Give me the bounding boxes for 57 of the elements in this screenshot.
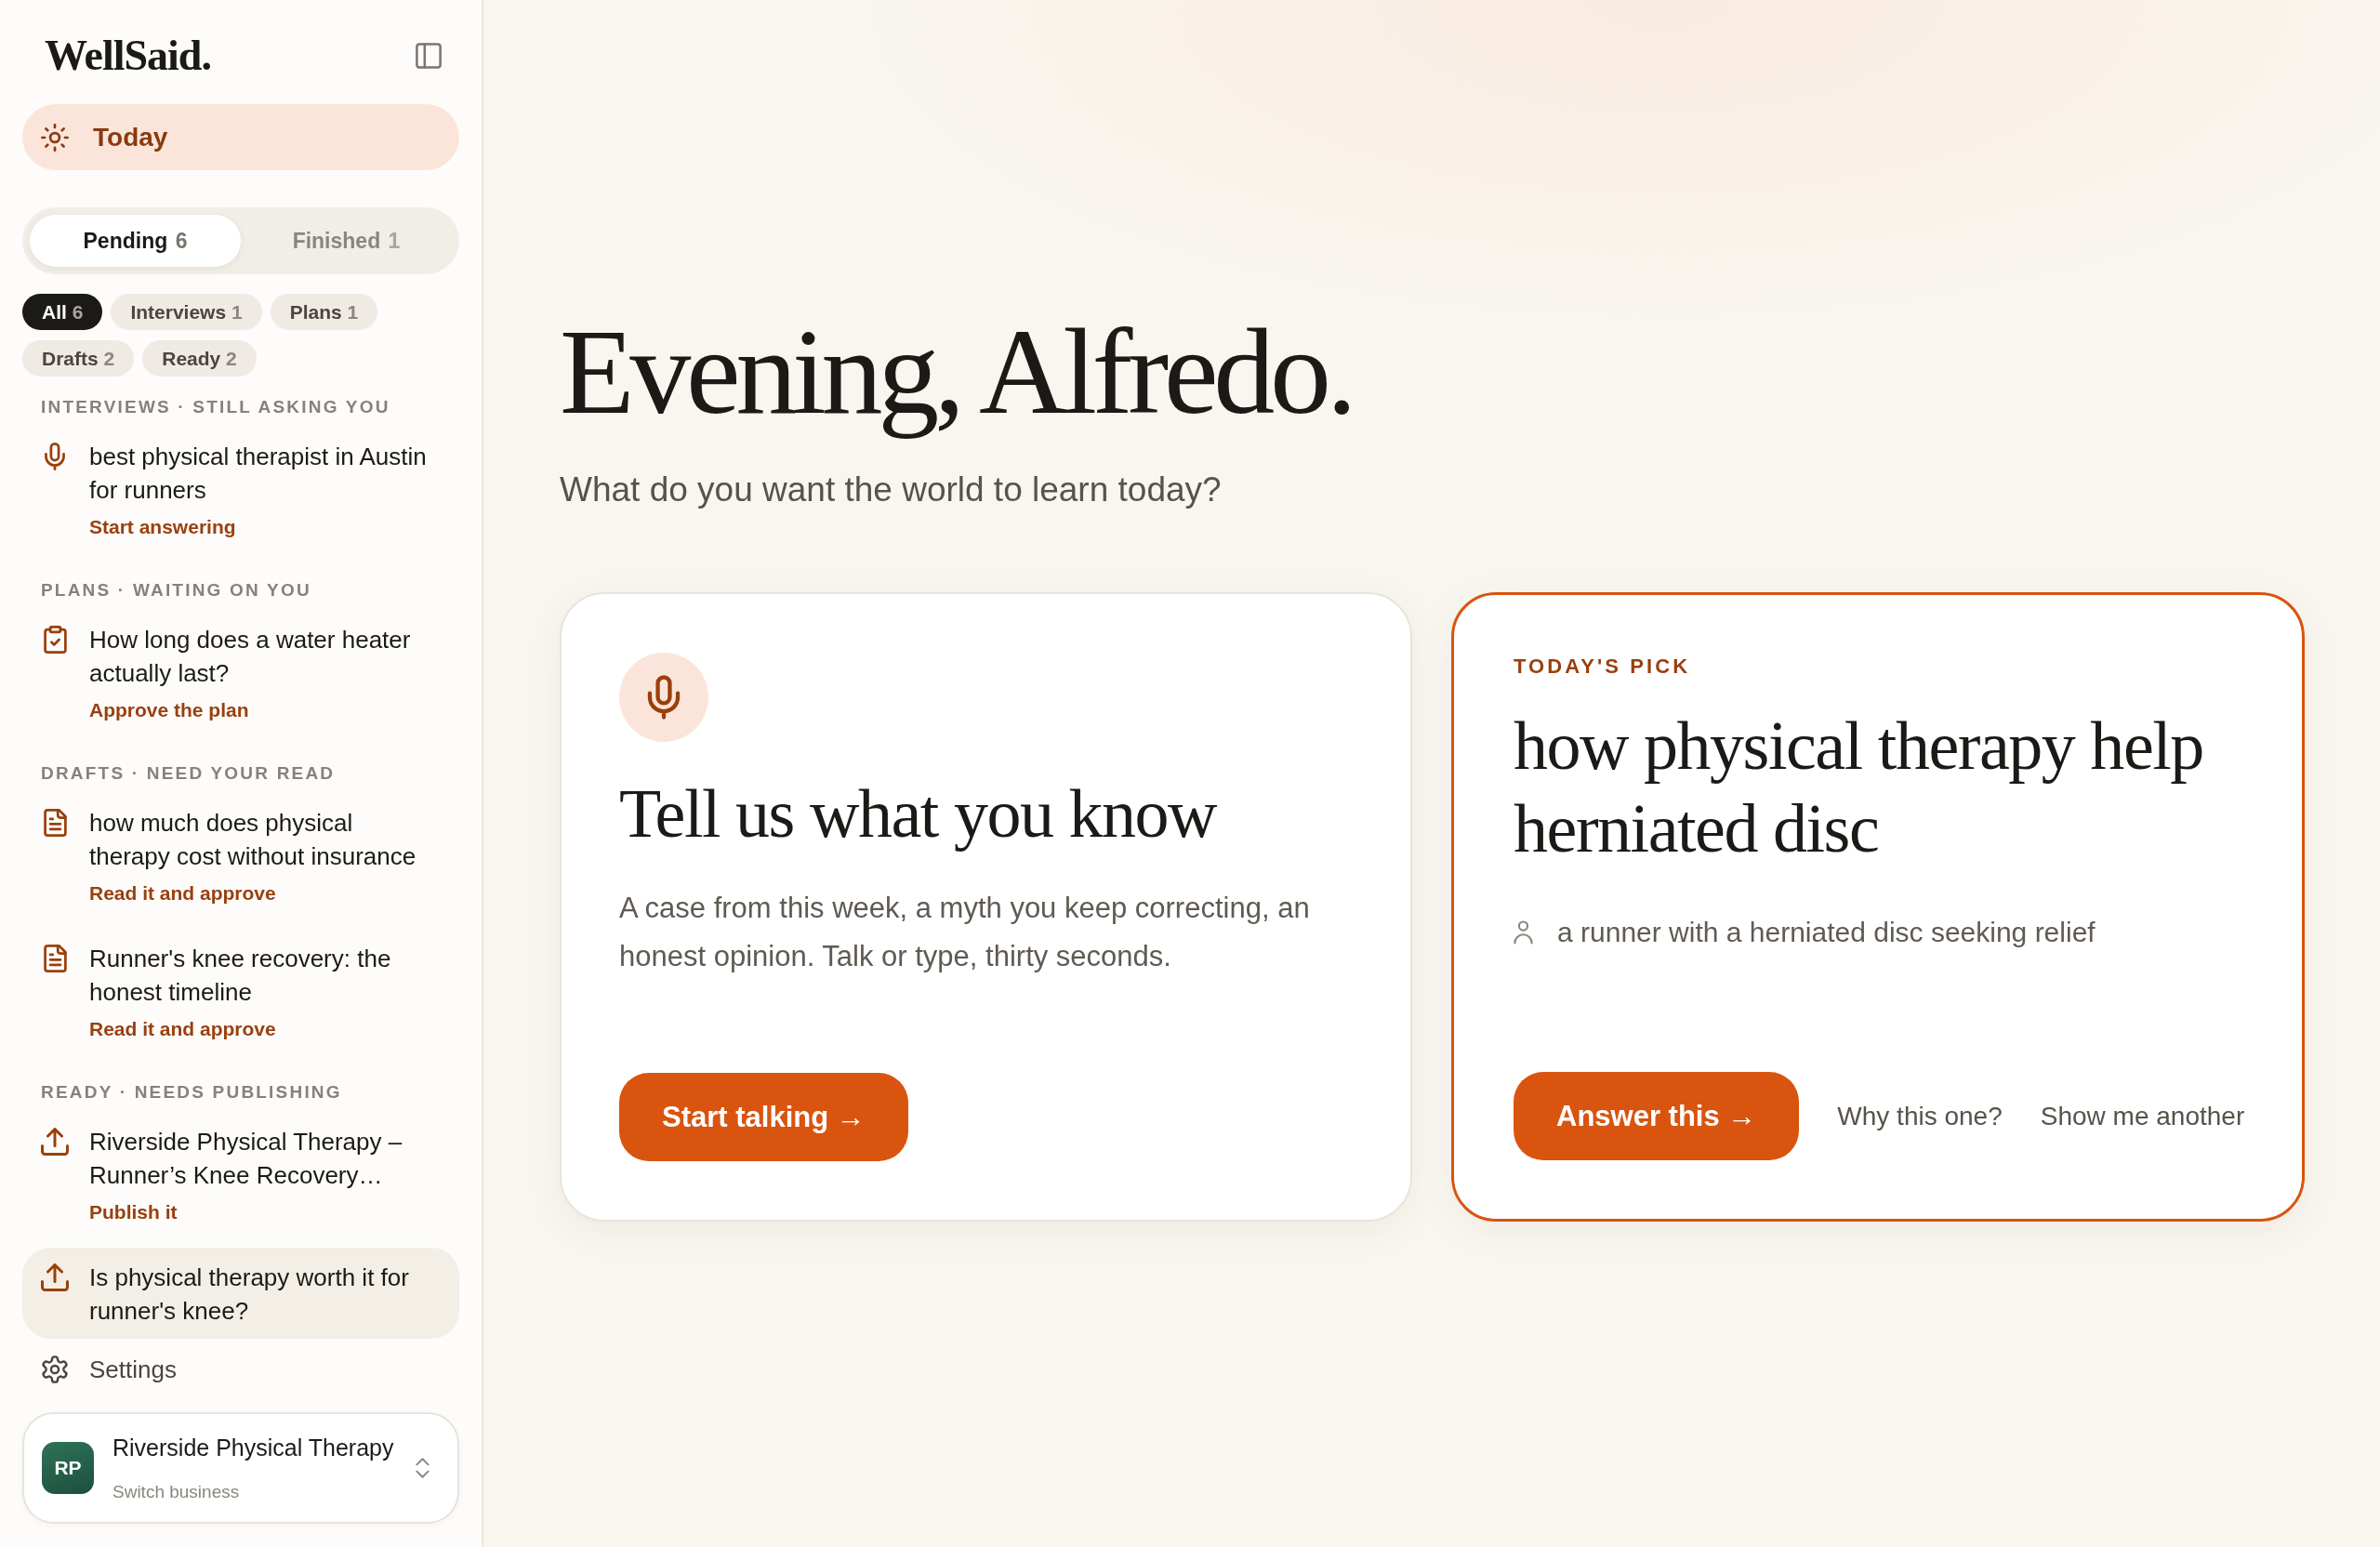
topic-title: how physical therapy help herniated disc bbox=[1514, 707, 2204, 869]
section-heading: READY · NEEDS PUBLISHING bbox=[40, 1081, 343, 1104]
sidebar-toggle-icon[interactable] bbox=[416, 43, 442, 69]
section-heading: PLANS · WAITING ON YOU bbox=[40, 579, 312, 602]
microphone-icon bbox=[45, 443, 65, 470]
action-link[interactable]: Publish it bbox=[89, 1199, 178, 1225]
document-icon bbox=[43, 809, 67, 837]
business-name: Riverside Physical Therapy bbox=[112, 1433, 394, 1462]
filter-chip[interactable]: Plans 1 bbox=[270, 294, 378, 330]
item-title: How long does a water heater actually last? bbox=[89, 625, 412, 689]
upload-icon bbox=[41, 1263, 69, 1291]
status-tab[interactable]: Pending 6 bbox=[30, 215, 241, 267]
section-heading: INTERVIEWS · STILL ASKING YOU bbox=[40, 396, 391, 418]
answer-button[interactable]: Answer this → bbox=[1514, 1072, 1800, 1161]
business-subtitle: Switch business bbox=[112, 1480, 240, 1503]
card-title: Tell us what you know bbox=[619, 774, 1216, 854]
filter-chip[interactable]: Ready 2 bbox=[142, 340, 257, 377]
chevron-up-down-icon bbox=[416, 1458, 430, 1478]
item-title: best physical therapist in Austin for runners bbox=[89, 442, 428, 506]
filter-chip[interactable]: Drafts 2 bbox=[22, 340, 135, 377]
item-title: how much does physical therapy cost without insurance bbox=[89, 808, 417, 872]
sidebar-item[interactable]: Riverside Physical Therapy – Runner’s Knee Recovery… Publish it bbox=[22, 1112, 459, 1236]
greeting-heading: Evening, Alfredo. bbox=[560, 304, 1353, 440]
start-talking-button[interactable]: Start talking → bbox=[619, 1073, 908, 1162]
item-title: Is physical therapy worth it for runner's knee? bbox=[89, 1263, 410, 1327]
settings-button[interactable]: Settings bbox=[22, 1345, 459, 1394]
upload-icon bbox=[41, 1128, 69, 1156]
microphone-icon bbox=[619, 653, 708, 743]
document-icon bbox=[43, 945, 67, 972]
logo: WellSaid. bbox=[45, 34, 211, 77]
business-switcher[interactable]: RP Riverside Physical Therapy Switch business bbox=[22, 1412, 459, 1524]
item-title: Riverside Physical Therapy – Runner’s Knee Recovery… bbox=[89, 1127, 403, 1191]
action-link[interactable]: Approve the plan bbox=[89, 697, 249, 723]
persona-text: a runner with a herniated disc seeking relief bbox=[1557, 916, 2096, 950]
sidebar-item[interactable]: Is physical therapy worth it for runner's knee? bbox=[22, 1248, 459, 1339]
greeting-subtitle: What do you want the world to learn today? bbox=[560, 469, 1222, 511]
sun-icon bbox=[41, 123, 69, 152]
business-avatar: RP bbox=[42, 1442, 94, 1494]
sidebar-item[interactable]: best physical therapist in Austin for runners Start answering bbox=[22, 427, 459, 551]
item-title: Runner's knee recovery: the honest timeline bbox=[89, 944, 392, 1008]
action-link[interactable]: Read it and approve bbox=[89, 880, 276, 906]
clipboard-check-icon bbox=[43, 626, 67, 654]
card-description: A case from this week, a myth you keep correcting, an honest opinion. Talk or type, thirty seconds. bbox=[619, 891, 1311, 975]
filter-chip[interactable]: All 6 bbox=[22, 294, 103, 330]
sidebar-item[interactable]: How long does a water heater actually last? Approve the plan bbox=[22, 610, 459, 734]
nav-item[interactable]: Today bbox=[22, 104, 459, 170]
settings-icon bbox=[41, 1355, 69, 1383]
text-link[interactable]: Why this one? bbox=[1837, 1099, 2003, 1133]
sidebar-item[interactable]: how much does physical therapy cost without insurance Read it and approve bbox=[22, 793, 459, 918]
action-link[interactable]: Read it and approve bbox=[89, 1016, 276, 1042]
section-heading: DRAFTS · NEED YOUR READ bbox=[40, 762, 337, 785]
eyebrow-label: TODAY'S PICK bbox=[1514, 654, 1691, 680]
text-link[interactable]: Show me another bbox=[2040, 1099, 2245, 1133]
action-link[interactable]: Start answering bbox=[89, 514, 236, 540]
person-icon bbox=[1514, 920, 1533, 945]
filter-chip[interactable]: Interviews 1 bbox=[111, 294, 262, 330]
sidebar-item[interactable]: Runner's knee recovery: the honest timeline Read it and approve bbox=[22, 929, 459, 1053]
